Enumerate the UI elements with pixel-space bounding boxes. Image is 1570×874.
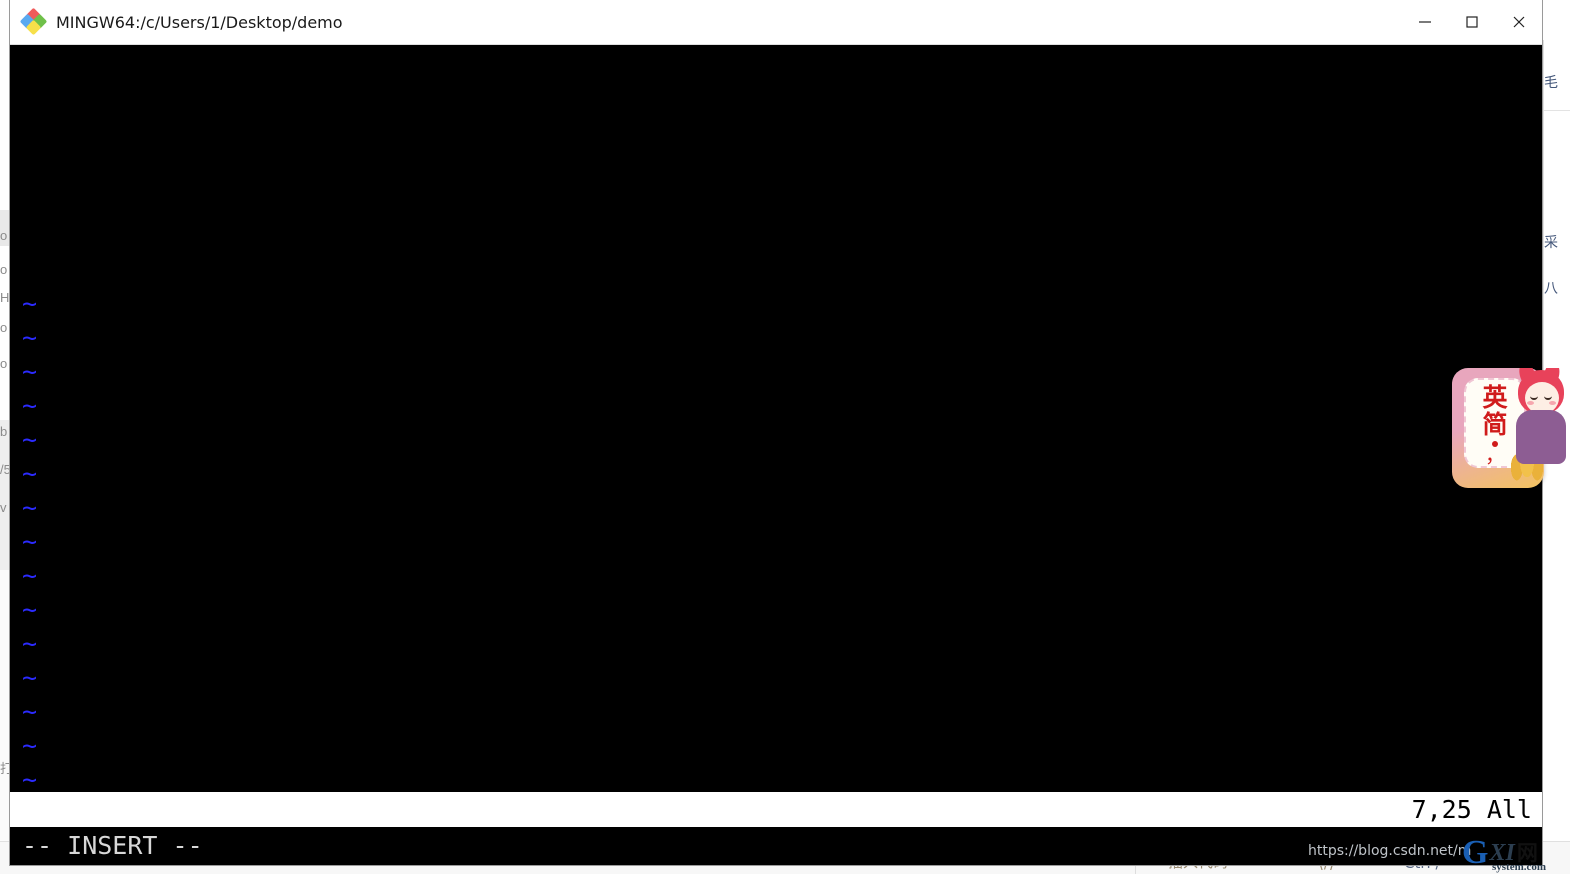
tilde-icon: ~	[22, 289, 38, 318]
tilde-icon: ~	[22, 663, 38, 692]
vim-filler-line: ~	[22, 321, 1542, 355]
maximize-button[interactable]	[1448, 0, 1495, 44]
tilde-icon: ~	[22, 595, 38, 624]
vim-filler-line: ~	[22, 729, 1542, 763]
vim-filler-line: ~	[22, 559, 1542, 593]
gxi-logo-g: G	[1462, 834, 1489, 871]
vim-filler-line: ~	[22, 389, 1542, 423]
buffer-line: #	[22, 151, 1542, 185]
vim-filler-line: ~	[22, 763, 1542, 792]
buffer-line-user-text: this is the first commit	[22, 253, 1542, 287]
background-right-fragment: 采	[1544, 235, 1558, 251]
vim-filler-line: ~	[22, 627, 1542, 661]
buffer-line: # the commit.	[22, 219, 1542, 253]
ime-mascot-icon	[1514, 368, 1570, 464]
background-right-fragment: 八	[1544, 281, 1558, 297]
title-bar[interactable]: MINGW64:/c/Users/1/Desktop/demo	[10, 0, 1542, 45]
vim-filler-line: ~	[22, 695, 1542, 729]
gxi-logo-domain: system.com	[1492, 861, 1547, 873]
background-right-divider	[1544, 110, 1570, 111]
vim-filler-line: ~	[22, 593, 1542, 627]
window-controls[interactable]	[1401, 0, 1542, 44]
tilde-icon: ~	[22, 629, 38, 658]
background-right-fragment: 毛	[1544, 75, 1558, 91]
buffer-line: # especially if it merges an updated ups…	[22, 117, 1542, 151]
buffer-line: # Please enter a commit message to expla…	[22, 83, 1542, 117]
ime-language-label: 英	[1482, 383, 1508, 413]
vim-filler-line: ~	[22, 525, 1542, 559]
buffer-line: # Lines starting with '#' will be ignore…	[22, 185, 1542, 219]
tilde-icon: ~	[22, 561, 38, 590]
tilde-icon: ~	[22, 323, 38, 352]
tilde-icon: ~	[22, 493, 38, 522]
ime-input-mode-label: 简	[1482, 409, 1508, 439]
tilde-icon: ~	[22, 391, 38, 420]
tilde-icon: ~	[22, 425, 38, 454]
ime-punctuation-label: ，	[1485, 442, 1505, 467]
tilde-icon: ~	[22, 697, 38, 726]
gxi-logo: G XI 网 system.com	[1462, 832, 1570, 874]
tilde-icon: ~	[22, 357, 38, 386]
mingw64-terminal-window[interactable]: MINGW64:/c/Users/1/Desktop/demo Merge br…	[10, 0, 1542, 865]
vim-filler-line: ~	[22, 423, 1542, 457]
window-title: MINGW64:/c/Users/1/Desktop/demo	[56, 12, 343, 32]
tilde-icon: ~	[22, 731, 38, 760]
vim-filler-line: ~	[22, 457, 1542, 491]
vim-filler-line: ~	[22, 287, 1542, 321]
vim-cursor-position: 7,25 All	[1411, 795, 1532, 824]
tilde-icon: ~	[22, 527, 38, 556]
vim-filler-line: ~	[22, 355, 1542, 389]
vim-filler-lines: ~ ~ ~ ~ ~ ~ ~ ~ ~ ~ ~ ~ ~ ~ ~	[22, 287, 1542, 792]
close-button[interactable]	[1495, 0, 1542, 44]
sogou-ime-floating-indicator[interactable]: 英 简 ，	[1452, 368, 1570, 510]
csdn-watermark: https://blog.csdn.net/m	[1308, 843, 1472, 859]
buffer-line: Merge branch 'master' of https://gitee.c…	[22, 49, 1542, 83]
vim-editor-buffer[interactable]: Merge branch 'master' of https://gitee.c…	[10, 45, 1542, 792]
minimize-button[interactable]	[1401, 0, 1448, 44]
tilde-icon: ~	[22, 765, 38, 792]
vim-filler-line: ~	[22, 661, 1542, 695]
tilde-icon: ~	[22, 459, 38, 488]
vim-statusline: C:/Users/1/Desktop/demo/.git/MERGE_MSG[+…	[10, 792, 1542, 827]
git-bash-diamond-icon	[19, 7, 48, 36]
vim-filler-line: ~	[22, 491, 1542, 525]
